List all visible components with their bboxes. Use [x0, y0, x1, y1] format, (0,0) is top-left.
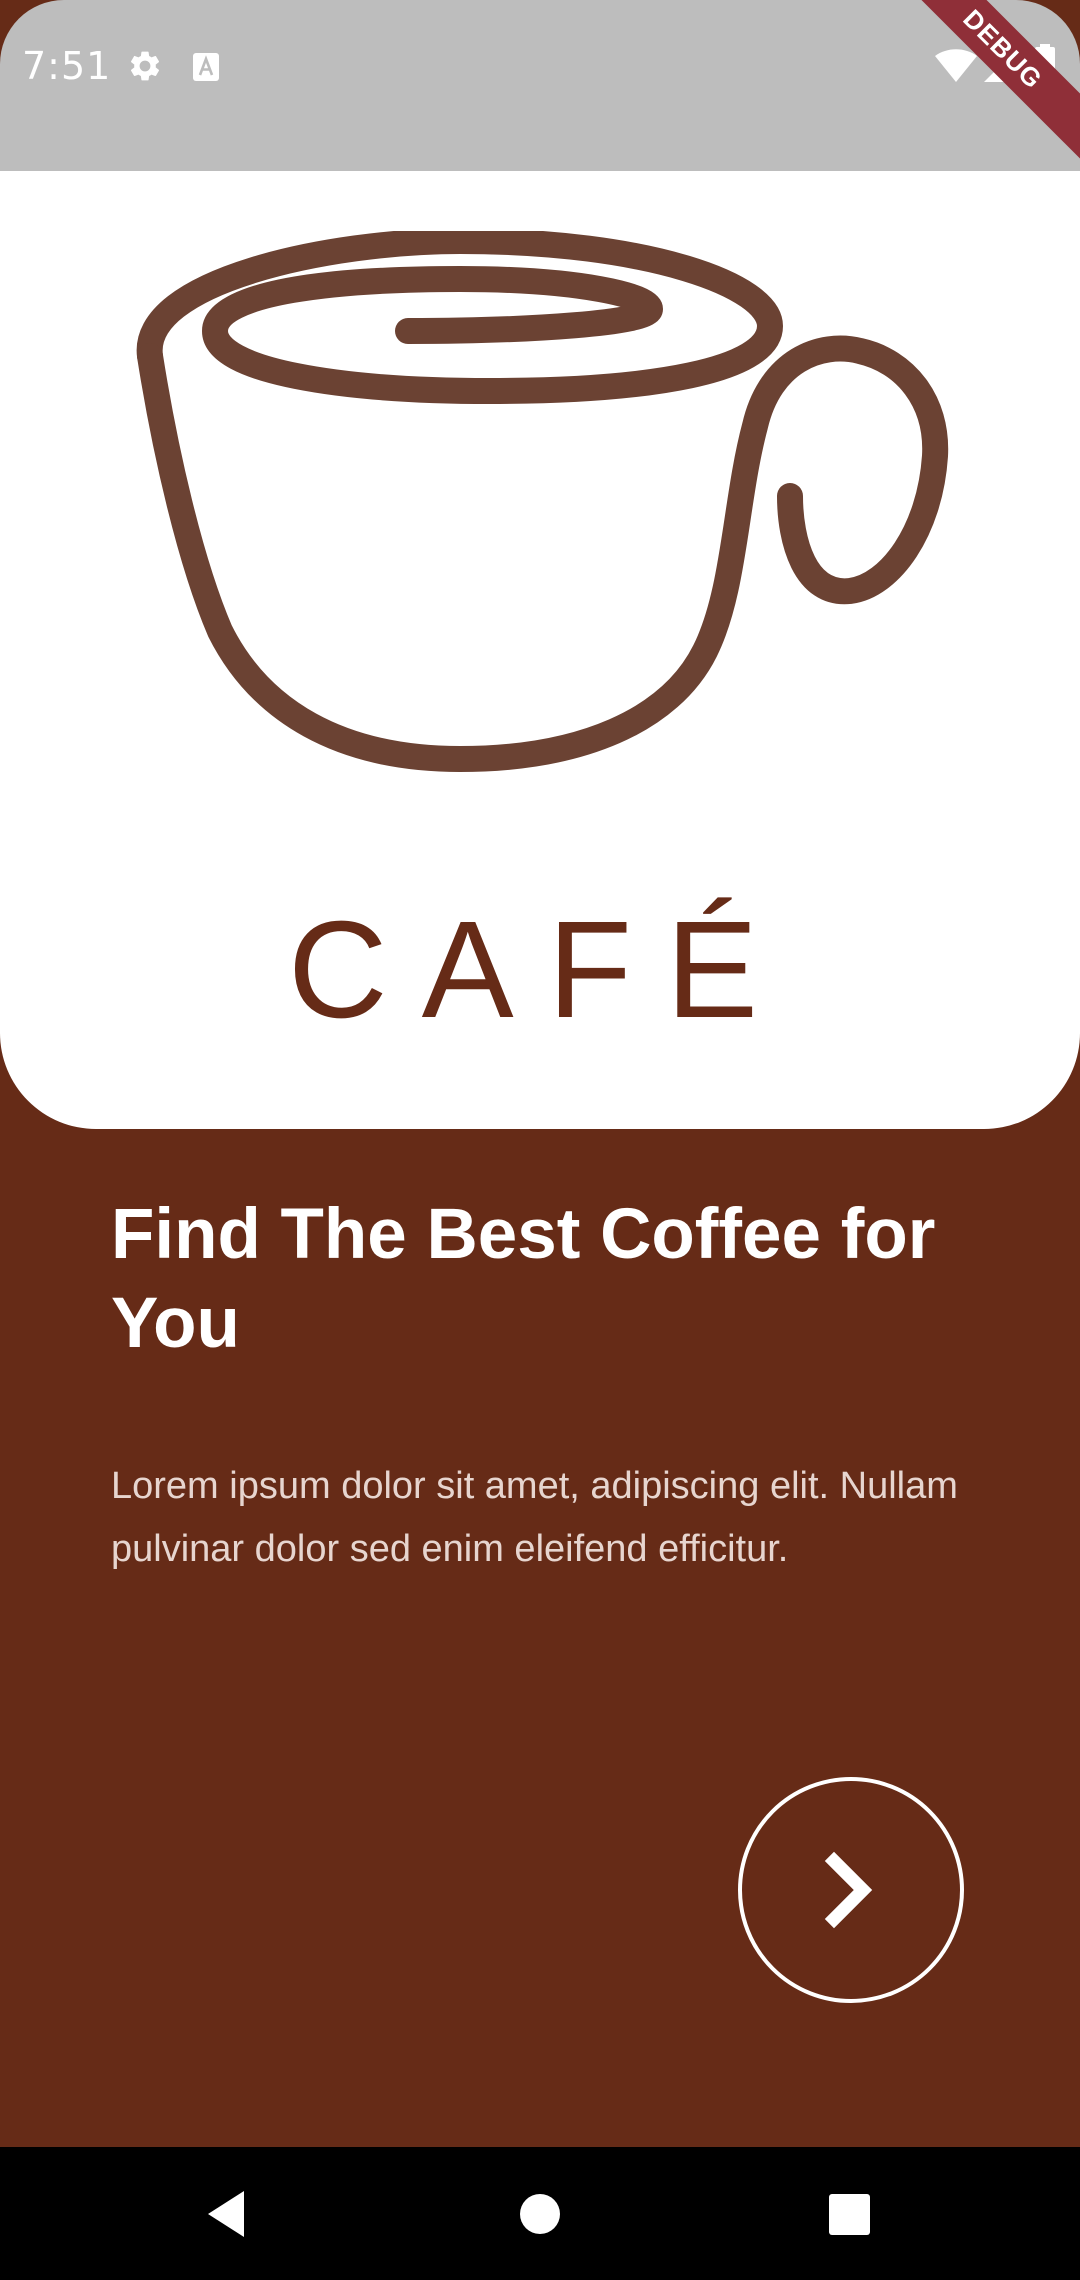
status-time: 7:51 — [22, 44, 112, 88]
home-icon — [520, 2194, 560, 2234]
system-navigation-bar — [0, 2147, 1080, 2280]
page-description: Lorem ipsum dolor sit amet, adipiscing e… — [111, 1465, 958, 1570]
brand-name: CAFÉ — [287, 893, 793, 1047]
recents-icon — [829, 2194, 870, 2235]
page-title: Find The Best Coffee for You — [111, 1195, 936, 1363]
chevron-right-icon — [824, 1851, 873, 1929]
status-bar: 7:51 DEBUG — [0, 0, 1080, 171]
text-a-icon — [192, 52, 220, 87]
onboarding-screen: 7:51 DEBUG CAFÉ Find The Best Coffee for… — [0, 0, 1080, 2280]
hero-card: CAFÉ — [0, 171, 1080, 1129]
nav-back-button[interactable] — [148, 2147, 308, 2280]
back-icon — [208, 2191, 244, 2237]
coffee-cup-icon — [130, 228, 960, 791]
nav-home-button[interactable] — [460, 2147, 620, 2280]
nav-recents-button[interactable] — [770, 2147, 930, 2280]
next-button[interactable] — [738, 1777, 964, 2003]
gear-icon — [127, 48, 163, 89]
wifi-icon — [934, 48, 978, 89]
